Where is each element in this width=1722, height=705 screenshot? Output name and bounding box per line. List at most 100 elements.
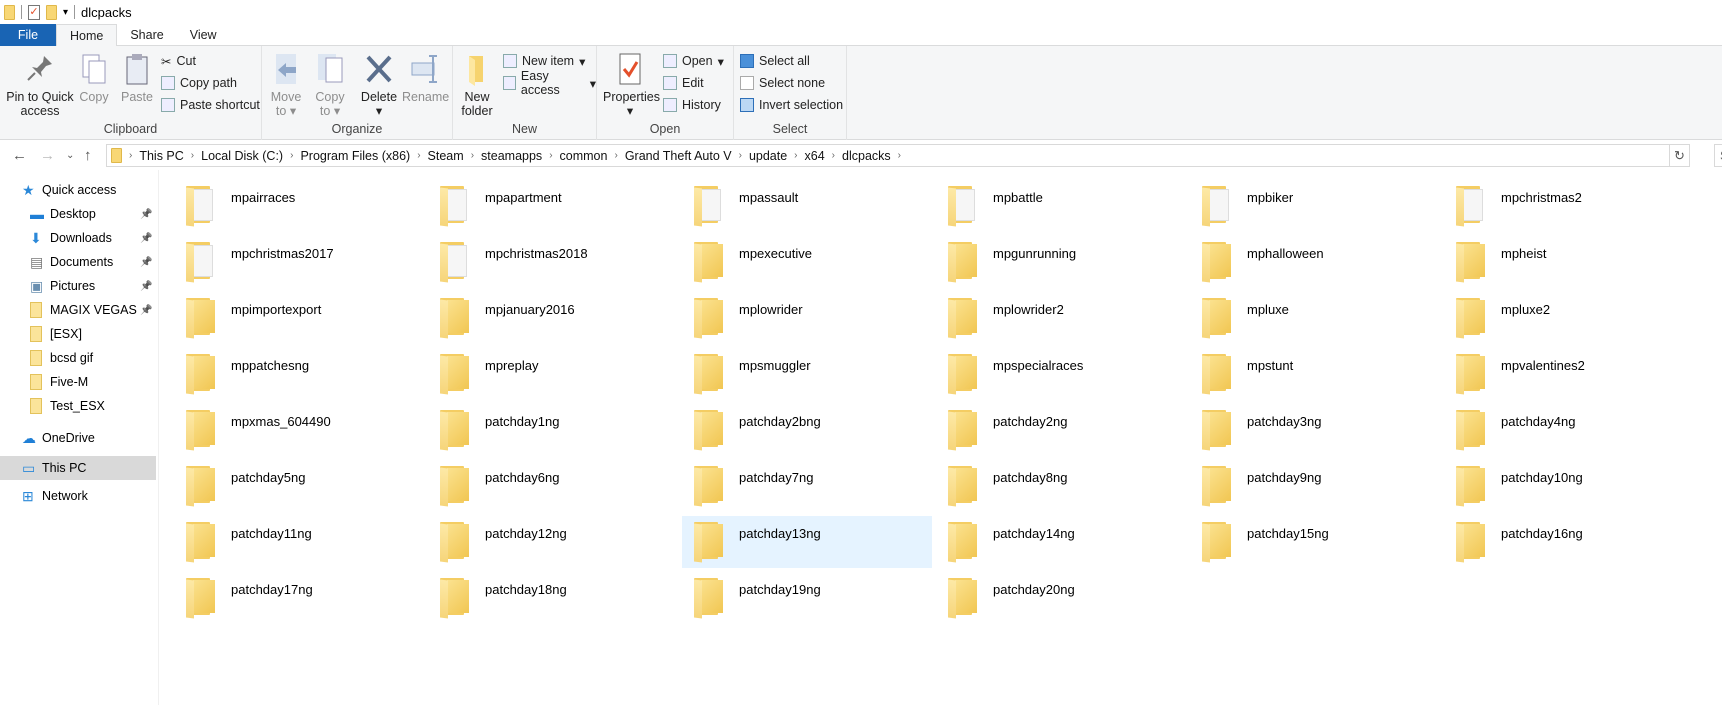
sidebar-item-downloads[interactable]: ⬇ Downloads 📌: [0, 226, 156, 250]
recent-locations-chevron-icon[interactable]: ⌄: [66, 150, 74, 161]
easy-access-button[interactable]: Easy access ▾: [503, 69, 596, 97]
breadcrumb-item[interactable]: steamapps: [477, 149, 546, 163]
folder-item[interactable]: mpchristmas2: [1444, 180, 1694, 232]
delete-button[interactable]: Delete ▾: [358, 52, 400, 118]
breadcrumb-chevron-icon[interactable]: ›: [287, 150, 296, 161]
folder-item[interactable]: patchday11ng: [174, 516, 424, 568]
breadcrumb-item[interactable]: Grand Theft Auto V: [621, 149, 736, 163]
folder-item[interactable]: mpexecutive: [682, 236, 932, 288]
breadcrumb-chevron-icon[interactable]: ›: [829, 150, 838, 161]
folder-item[interactable]: mpstunt: [1190, 348, 1440, 400]
sidebar-item-network[interactable]: ⊞ Network: [0, 484, 156, 508]
folder-item[interactable]: patchday7ng: [682, 460, 932, 512]
breadcrumb-chevron-icon[interactable]: ›: [895, 150, 904, 161]
folder-item[interactable]: patchday17ng: [174, 572, 424, 624]
sidebar-item-quick-access[interactable]: ★ Quick access: [0, 178, 156, 202]
move-to-button[interactable]: Move to ▾: [268, 52, 304, 118]
folder-item[interactable]: mpxmas_604490: [174, 404, 424, 456]
breadcrumb-chevron-icon[interactable]: ›: [414, 150, 423, 161]
breadcrumb-item[interactable]: x64: [801, 149, 829, 163]
folder-item[interactable]: patchday14ng: [936, 516, 1186, 568]
folder-item[interactable]: mpassault: [682, 180, 932, 232]
folder-item[interactable]: patchday19ng: [682, 572, 932, 624]
properties-button[interactable]: Properties ▾: [603, 52, 660, 118]
copy-button[interactable]: Copy: [76, 52, 112, 104]
folder-item[interactable]: patchday13ng: [682, 516, 932, 568]
properties-quick-icon[interactable]: ✓: [28, 4, 40, 20]
folder-item[interactable]: mpimportexport: [174, 292, 424, 344]
folder-item[interactable]: mpsmuggler: [682, 348, 932, 400]
new-item-button[interactable]: New item ▾: [503, 51, 585, 71]
sidebar-item-magix-vegas-pro[interactable]: MAGIX VEGAS Pro📌: [0, 298, 156, 322]
pin-icon[interactable]: 📌: [140, 281, 152, 292]
pin-to-quick-access-button[interactable]: Pin to Quick access: [4, 52, 76, 118]
folder-item[interactable]: mpluxe2: [1444, 292, 1694, 344]
breadcrumb-chevron-icon[interactable]: ›: [546, 150, 555, 161]
breadcrumb-chevron-icon[interactable]: ›: [791, 150, 800, 161]
pin-icon[interactable]: 📌: [140, 209, 152, 220]
breadcrumb-item[interactable]: This PC: [135, 149, 187, 163]
breadcrumb-item[interactable]: Local Disk (C:): [197, 149, 287, 163]
cut-button[interactable]: ✂ Cut: [161, 51, 196, 71]
paste-shortcut-button[interactable]: Paste shortcut: [161, 95, 260, 115]
sidebar-item-pictures[interactable]: ▣ Pictures 📌: [0, 274, 156, 298]
breadcrumb-chevron-icon[interactable]: ›: [188, 150, 197, 161]
breadcrumb-item[interactable]: Program Files (x86): [296, 149, 414, 163]
breadcrumb-chevron-icon[interactable]: ›: [468, 150, 477, 161]
paste-button[interactable]: Paste: [117, 52, 157, 104]
tab-share[interactable]: Share: [117, 24, 176, 46]
copy-to-button[interactable]: Copy to ▾: [312, 52, 348, 118]
folder-item[interactable]: patchday15ng: [1190, 516, 1440, 568]
open-button[interactable]: Open ▾: [663, 51, 724, 71]
new-folder-quick-icon[interactable]: [46, 4, 57, 20]
address-bar[interactable]: › This PC › Local Disk (C:) › Program Files (…: [106, 144, 1670, 167]
folder-item[interactable]: patchday2bng: [682, 404, 932, 456]
sidebar-item-documents[interactable]: ▤ Documents 📌: [0, 250, 156, 274]
breadcrumb-chevron-icon[interactable]: ›: [126, 150, 135, 161]
folder-item[interactable]: patchday16ng: [1444, 516, 1694, 568]
sidebar-item-test-esx[interactable]: Test_ESX: [0, 394, 156, 418]
select-none-button[interactable]: Select none: [740, 73, 825, 93]
folder-item[interactable]: patchday2ng: [936, 404, 1186, 456]
folder-item[interactable]: patchday6ng: [428, 460, 678, 512]
breadcrumb-item[interactable]: update: [745, 149, 791, 163]
pin-icon[interactable]: 📌: [140, 305, 152, 316]
tab-view[interactable]: View: [177, 24, 230, 46]
search-input[interactable]: S: [1714, 144, 1722, 167]
pin-icon[interactable]: 📌: [140, 257, 152, 268]
folder-item[interactable]: mpjanuary2016: [428, 292, 678, 344]
sidebar-item-bcsd-gif[interactable]: bcsd gif: [0, 346, 156, 370]
folder-item[interactable]: patchday10ng: [1444, 460, 1694, 512]
pin-icon[interactable]: 📌: [140, 233, 152, 244]
up-arrow-icon[interactable]: ↑: [84, 147, 92, 164]
folder-item[interactable]: mpchristmas2017: [174, 236, 424, 288]
folder-item[interactable]: mpvalentines2: [1444, 348, 1694, 400]
folder-item[interactable]: patchday12ng: [428, 516, 678, 568]
breadcrumb-item[interactable]: dlcpacks: [838, 149, 895, 163]
back-arrow-icon[interactable]: ←: [12, 147, 27, 164]
history-button[interactable]: History: [663, 95, 721, 115]
folder-item[interactable]: mpbattle: [936, 180, 1186, 232]
sidebar-item-this-pc[interactable]: ▭ This PC: [0, 456, 156, 480]
folder-item[interactable]: mphalloween: [1190, 236, 1440, 288]
folder-item[interactable]: mpgunrunning: [936, 236, 1186, 288]
folder-item[interactable]: mpluxe: [1190, 292, 1440, 344]
tab-home[interactable]: Home: [56, 24, 118, 47]
folder-item[interactable]: mpheist: [1444, 236, 1694, 288]
folder-item[interactable]: patchday5ng: [174, 460, 424, 512]
select-all-button[interactable]: Select all: [740, 51, 810, 71]
folder-item[interactable]: mpapartment: [428, 180, 678, 232]
customize-quick-access-icon[interactable]: ▾: [63, 7, 68, 18]
edit-button[interactable]: Edit: [663, 73, 704, 93]
breadcrumb-chevron-icon[interactable]: ›: [611, 150, 620, 161]
new-folder-button[interactable]: New folder: [459, 52, 495, 118]
folder-item[interactable]: mpchristmas2018: [428, 236, 678, 288]
rename-button[interactable]: Rename: [402, 52, 449, 104]
refresh-icon[interactable]: ↻: [1670, 144, 1690, 167]
folder-item[interactable]: patchday18ng: [428, 572, 678, 624]
folder-item[interactable]: patchday20ng: [936, 572, 1186, 624]
folder-item[interactable]: patchday3ng: [1190, 404, 1440, 456]
breadcrumb-chevron-icon[interactable]: ›: [736, 150, 745, 161]
breadcrumb-item[interactable]: Steam: [424, 149, 468, 163]
folder-item[interactable]: patchday8ng: [936, 460, 1186, 512]
